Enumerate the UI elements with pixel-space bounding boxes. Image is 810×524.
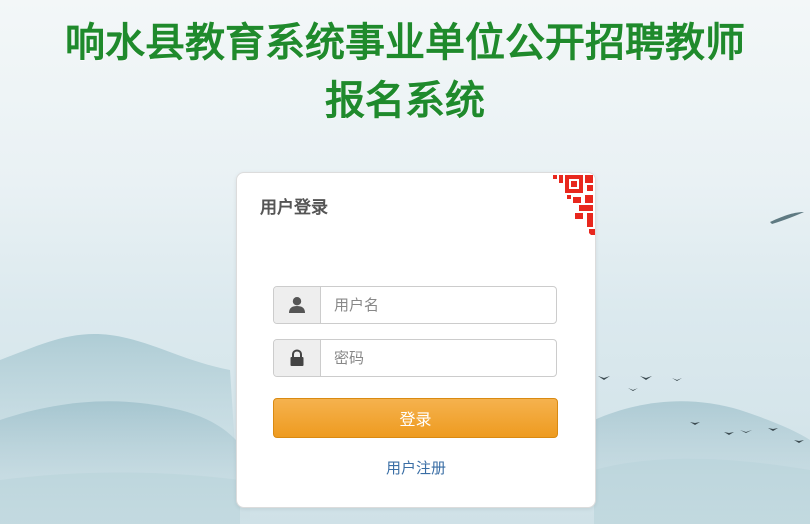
login-button[interactable]: 登录: [273, 398, 558, 438]
password-input[interactable]: [321, 340, 556, 376]
title-line-1: 响水县教育系统事业单位公开招聘教师: [65, 20, 745, 66]
user-icon: [274, 287, 321, 323]
register-link[interactable]: 用户注册: [237, 457, 595, 478]
username-input[interactable]: [321, 287, 556, 323]
qr-code-icon[interactable]: [529, 173, 595, 239]
lock-icon: [274, 340, 321, 376]
username-field: [273, 286, 557, 324]
page-title: 响水县教育系统事业单位公开招聘教师 报名系统: [0, 14, 810, 130]
title-line-2: 报名系统: [325, 78, 485, 124]
password-field: [273, 339, 557, 377]
login-panel: 用户登录 用户名 登录 用户注册: [236, 172, 596, 508]
login-panel-title: 用户登录: [260, 198, 328, 218]
